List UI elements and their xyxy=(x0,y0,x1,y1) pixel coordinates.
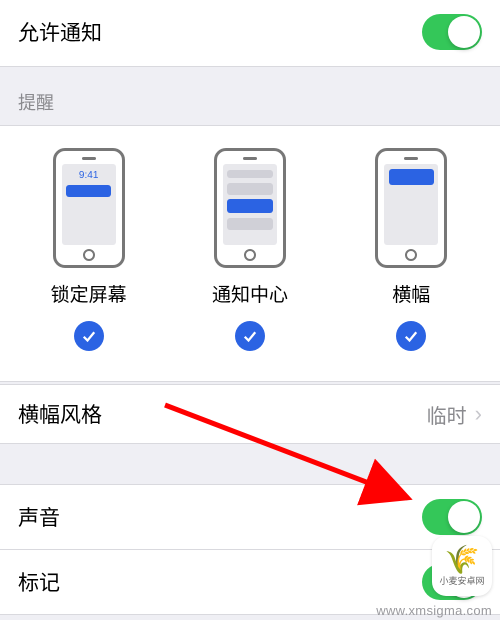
alert-label-banners: 横幅 xyxy=(392,280,430,307)
allow-notifications-label: 允许通知 xyxy=(18,17,102,47)
alert-option-banners[interactable]: 横幅 xyxy=(331,148,491,351)
banner-style-value: 临时 xyxy=(427,400,467,429)
check-icon[interactable] xyxy=(396,321,426,351)
sounds-row: 声音 xyxy=(0,484,500,550)
phone-icon xyxy=(375,148,447,268)
allow-notifications-toggle[interactable] xyxy=(422,14,482,50)
banner-style-row[interactable]: 横幅风格 临时 › xyxy=(0,384,500,444)
badges-label: 标记 xyxy=(18,567,60,597)
alert-option-lockscreen[interactable]: 9:41 锁定屏幕 xyxy=(9,148,169,351)
lock-time: 9:41 xyxy=(79,170,98,181)
alert-label-center: 通知中心 xyxy=(212,280,288,307)
chevron-right-icon: › xyxy=(475,401,482,427)
sounds-toggle[interactable] xyxy=(422,499,482,535)
alert-option-center[interactable]: 通知中心 xyxy=(170,148,330,351)
phone-icon xyxy=(214,148,286,268)
sounds-label: 声音 xyxy=(18,502,60,532)
alert-label-lockscreen: 锁定屏幕 xyxy=(51,280,127,307)
check-icon[interactable] xyxy=(74,321,104,351)
alerts-section-header: 提醒 xyxy=(0,67,500,125)
banner-style-label: 横幅风格 xyxy=(18,399,102,429)
alerts-panel: 9:41 锁定屏幕 通知中心 xyxy=(0,125,500,382)
phone-icon: 9:41 xyxy=(53,148,125,268)
badges-row: 标记 xyxy=(0,550,500,615)
allow-notifications-row: 允许通知 xyxy=(0,0,500,67)
check-icon[interactable] xyxy=(235,321,265,351)
badges-toggle[interactable] xyxy=(422,564,482,600)
